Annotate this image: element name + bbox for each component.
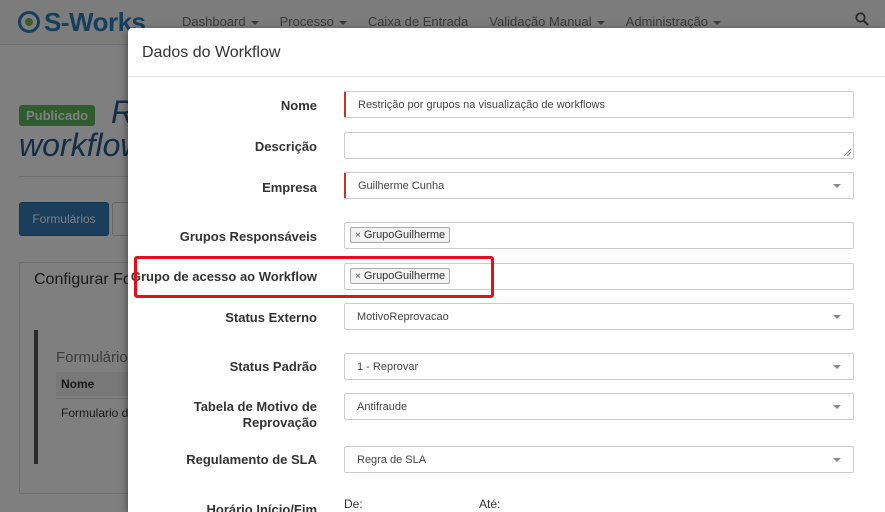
tabela-motivo-select[interactable]: Antifraude [344, 393, 854, 420]
grupos-responsaveis-label: Grupos Responsáveis [179, 229, 317, 244]
modal-header: Dados do Workflow [128, 28, 885, 77]
horario-label: Horário Início/Fim [206, 502, 317, 512]
descricao-label: Descrição [254, 139, 317, 154]
horario-de-label: De: [344, 497, 363, 511]
empresa-value: Guilherme Cunha [358, 180, 445, 192]
regulamento-sla-value: Regra de SLA [357, 454, 427, 466]
grupos-responsaveis-multiselect[interactable]: × GrupoGuilherme [344, 222, 854, 249]
nome-label: Nome [280, 98, 317, 113]
remove-tag-icon[interactable]: × [355, 230, 361, 241]
modal-title: Dados do Workflow [142, 44, 281, 61]
horario-ate-label: Até: [479, 497, 501, 511]
status-externo-label: Status Externo [225, 310, 317, 325]
descricao-textarea[interactable] [344, 132, 854, 159]
status-externo-select[interactable]: MotivoReprovacao [344, 303, 854, 330]
nome-value: Restrição por grupos na visualização de … [358, 99, 606, 111]
resize-grip-icon[interactable] [843, 148, 851, 156]
chevron-down-icon [833, 184, 841, 188]
regulamento-sla-label: Regulamento de SLA [186, 452, 317, 467]
workflow-data-modal: Dados do Workflow Nome Restrição por gru… [128, 28, 885, 512]
status-padrao-value: 1 - Reprovar [357, 361, 419, 373]
empresa-label: Empresa [262, 180, 317, 195]
empresa-select[interactable]: Guilherme Cunha [344, 172, 854, 199]
nome-input[interactable]: Restrição por grupos na visualização de … [344, 91, 854, 118]
status-externo-value: MotivoReprovacao [357, 311, 449, 323]
status-padrao-select[interactable]: 1 - Reprovar [344, 353, 854, 380]
tabela-motivo-value: Antifraude [357, 401, 408, 413]
status-padrao-label: Status Padrão [229, 359, 317, 374]
tabela-motivo-label: Tabela de Motivo de Reprovação [193, 399, 317, 430]
chevron-down-icon [833, 365, 841, 369]
chevron-down-icon [833, 315, 841, 319]
group-tag: × GrupoGuilherme [350, 227, 451, 243]
regulamento-sla-select[interactable]: Regra de SLA [344, 446, 854, 473]
chevron-down-icon [833, 405, 841, 409]
chevron-down-icon [833, 458, 841, 462]
highlight-annotation [134, 256, 494, 298]
